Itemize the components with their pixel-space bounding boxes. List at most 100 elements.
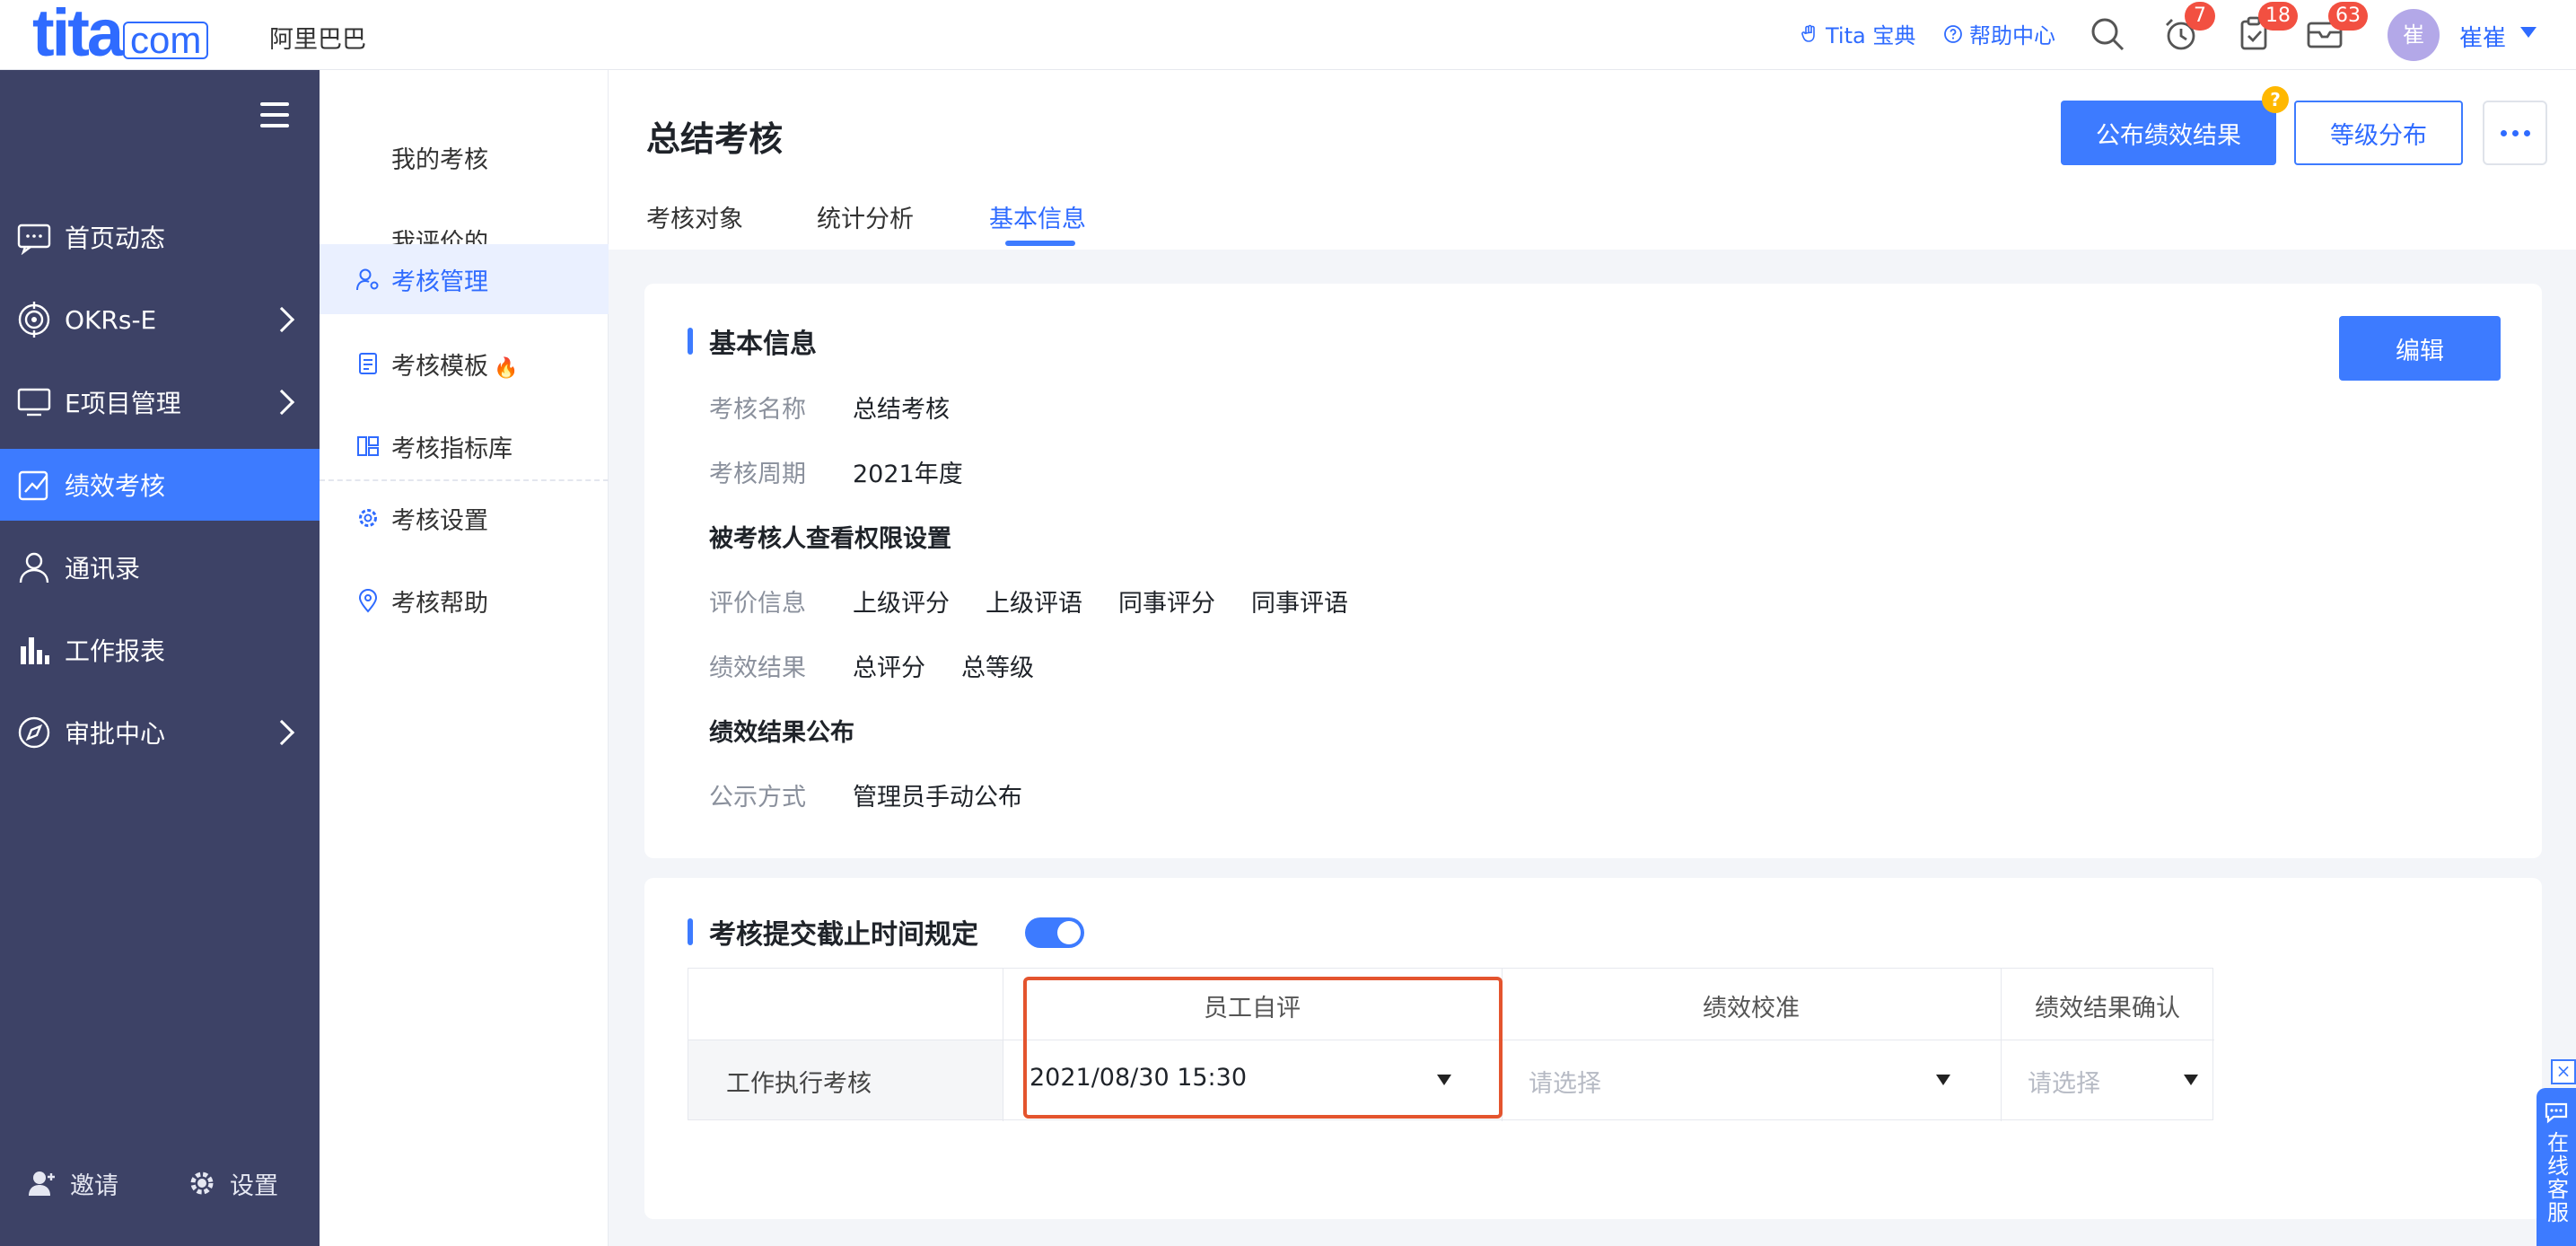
performance-result-row: 绩效结果 总评分 总等级 [709,648,1070,683]
view-permission-heading: 被考核人查看权限设置 [709,525,951,553]
sidebar-item-approvals[interactable]: 审批中心 [0,697,320,768]
settings-button[interactable]: 设置 [187,1166,278,1201]
evaluation-info-label: 评价信息 [709,590,806,618]
more-options-button[interactable] [2483,101,2547,165]
gear-icon [355,505,381,531]
online-service-label: 在线客服 [2543,1131,2569,1224]
submenu-label: 我的考核 [391,145,488,174]
reminder-button[interactable]: 7 [2161,2,2215,54]
sidebar-footer: 邀请 设置 [0,1156,320,1210]
self-review-highlight [1023,977,1503,1119]
document-icon [355,351,381,376]
username[interactable]: 崔崔 [2459,20,2506,53]
help-question-icon[interactable]: ? [2262,86,2289,113]
invite-user-icon [29,1171,55,1196]
main-content: 总结考核 公布绩效结果 ? 等级分布 考核对象 统计分析 基本信息 编辑 基本信… [609,70,2576,1246]
deadline-toggle[interactable] [1025,917,1084,948]
tab-statistics[interactable]: 统计分析 [817,199,914,234]
messages-button[interactable]: 63 [2305,2,2368,54]
submenu-my-reviews[interactable]: 我的考核 [320,120,609,194]
more-dot [2511,129,2519,136]
question-circle-icon [1944,24,1962,43]
location-pin-icon [355,588,381,613]
submenu-label: 考核帮助 [391,589,488,618]
sidebar-item-work-reports[interactable]: 工作报表 [0,614,320,686]
sidebar-item-label: 工作报表 [65,636,166,666]
user-manage-icon [355,267,381,292]
edit-button[interactable]: 编辑 [2339,316,2501,381]
main-sidebar: 首页动态 OKRs-E E项目管理 绩效考核 通讯录 工作报表 审批中心 邀请 … [0,70,320,1246]
logo-main: tita [32,0,124,70]
tab-review-targets[interactable]: 考核对象 [646,199,743,234]
evaluation-info-value: 同事评语 [1251,590,1348,618]
company-name[interactable]: 阿里巴巴 [269,20,366,55]
tasks-button[interactable]: 18 [2235,2,2298,54]
publish-method-label: 公示方式 [709,784,806,812]
column-header-result-confirm: 绩效结果确认 [2035,995,2180,1022]
top-bar: tita com 阿里巴巴 Tita 宝典 帮助中心 7 18 63 崔 崔崔 [0,0,2576,70]
sidebar-item-label: 通讯录 [65,554,141,584]
tita-guide-link[interactable]: Tita 宝典 [1799,18,1915,49]
publish-results-button[interactable]: 公布绩效结果 [2061,101,2276,165]
performance-result-value: 总评分 [853,654,925,682]
settings-label: 设置 [230,1171,278,1200]
calibration-deadline-select[interactable]: 请选择 [1529,1064,1601,1099]
menu-toggle-icon[interactable] [260,102,289,127]
caret-down-icon[interactable] [2520,27,2537,38]
submenu-label: 考核模板 🔥 [391,352,519,381]
active-tab-indicator [1005,241,1075,246]
review-period-row: 考核周期 2021年度 [709,454,999,489]
sidebar-item-performance[interactable]: 绩效考核 [0,449,320,521]
submenu-review-management[interactable]: 考核管理 [320,244,609,314]
column-header-calibration: 绩效校准 [1703,995,1800,1022]
sidebar-item-home-feed[interactable]: 首页动态 [0,201,320,273]
basic-info-card: 编辑 [644,284,2542,858]
grade-distribution-button[interactable]: 等级分布 [2294,101,2463,165]
invite-button[interactable]: 邀请 [27,1166,118,1201]
search-icon [2091,18,2125,51]
result-publish-heading: 绩效结果公布 [709,719,854,747]
user-icon [16,549,52,585]
submenu-review-help[interactable]: 考核帮助 [320,564,609,637]
help-center-label: 帮助中心 [1969,23,2055,48]
submenu-review-templates[interactable]: 考核模板 🔥 [320,327,609,400]
tita-logo[interactable]: tita com [32,0,209,70]
performance-result-value: 总等级 [961,654,1034,682]
submenu-label: 考核指标库 [391,434,513,463]
tab-basic-info[interactable]: 基本信息 [989,199,1086,234]
target-icon [16,302,52,338]
chart-icon [16,467,52,503]
basic-info-title: 基本信息 [688,321,817,361]
evaluation-info-row: 评价信息 上级评分 上级评语 同事评分 同事评语 [709,584,1384,619]
help-center-link[interactable]: 帮助中心 [1942,18,2055,49]
review-name-row: 考核名称 总结考核 [709,390,986,425]
review-period-value: 2021年度 [853,461,963,488]
sidebar-item-label: 绩效考核 [65,471,166,501]
avatar[interactable]: 崔 [2388,9,2440,61]
submenu-indicator-library[interactable]: 考核指标库 [320,409,609,483]
evaluation-info-value: 上级评分 [853,590,950,618]
submenu-label: 考核设置 [391,506,488,535]
submenu-review-settings[interactable]: 考核设置 [320,481,609,555]
sidebar-item-label: E项目管理 [65,389,181,418]
sidebar-item-okrs[interactable]: OKRs-E [0,284,320,355]
monitor-icon [16,384,52,420]
hand-icon [1801,24,1815,42]
caret-down-icon[interactable] [2184,1075,2198,1085]
tasks-badge: 18 [2258,2,2298,31]
cs-close-icon[interactable]: × [2551,1059,2576,1084]
result-confirm-deadline-select[interactable]: 请选择 [2028,1064,2100,1099]
sidebar-item-project-management[interactable]: E项目管理 [0,366,320,438]
performance-submenu: 我的考核 我评价的 考核管理 考核模板 🔥 考核指标库 考核设置 考核帮助 [320,70,609,1246]
evaluation-info-value: 上级评语 [986,590,1082,618]
row-label-work-execution: 工作执行考核 [726,1070,872,1098]
online-service-widget[interactable]: 在线客服 [2537,1088,2576,1246]
sidebar-item-contacts[interactable]: 通讯录 [0,531,320,603]
deadline-title: 考核提交截止时间规定 [688,912,978,952]
caret-down-icon[interactable] [1936,1075,1950,1085]
search-button[interactable] [2088,14,2127,54]
messages-badge: 63 [2328,2,2368,31]
review-name-label: 考核名称 [709,396,806,424]
gear-icon [190,1171,214,1195]
evaluation-info-value: 同事评分 [1118,590,1215,618]
